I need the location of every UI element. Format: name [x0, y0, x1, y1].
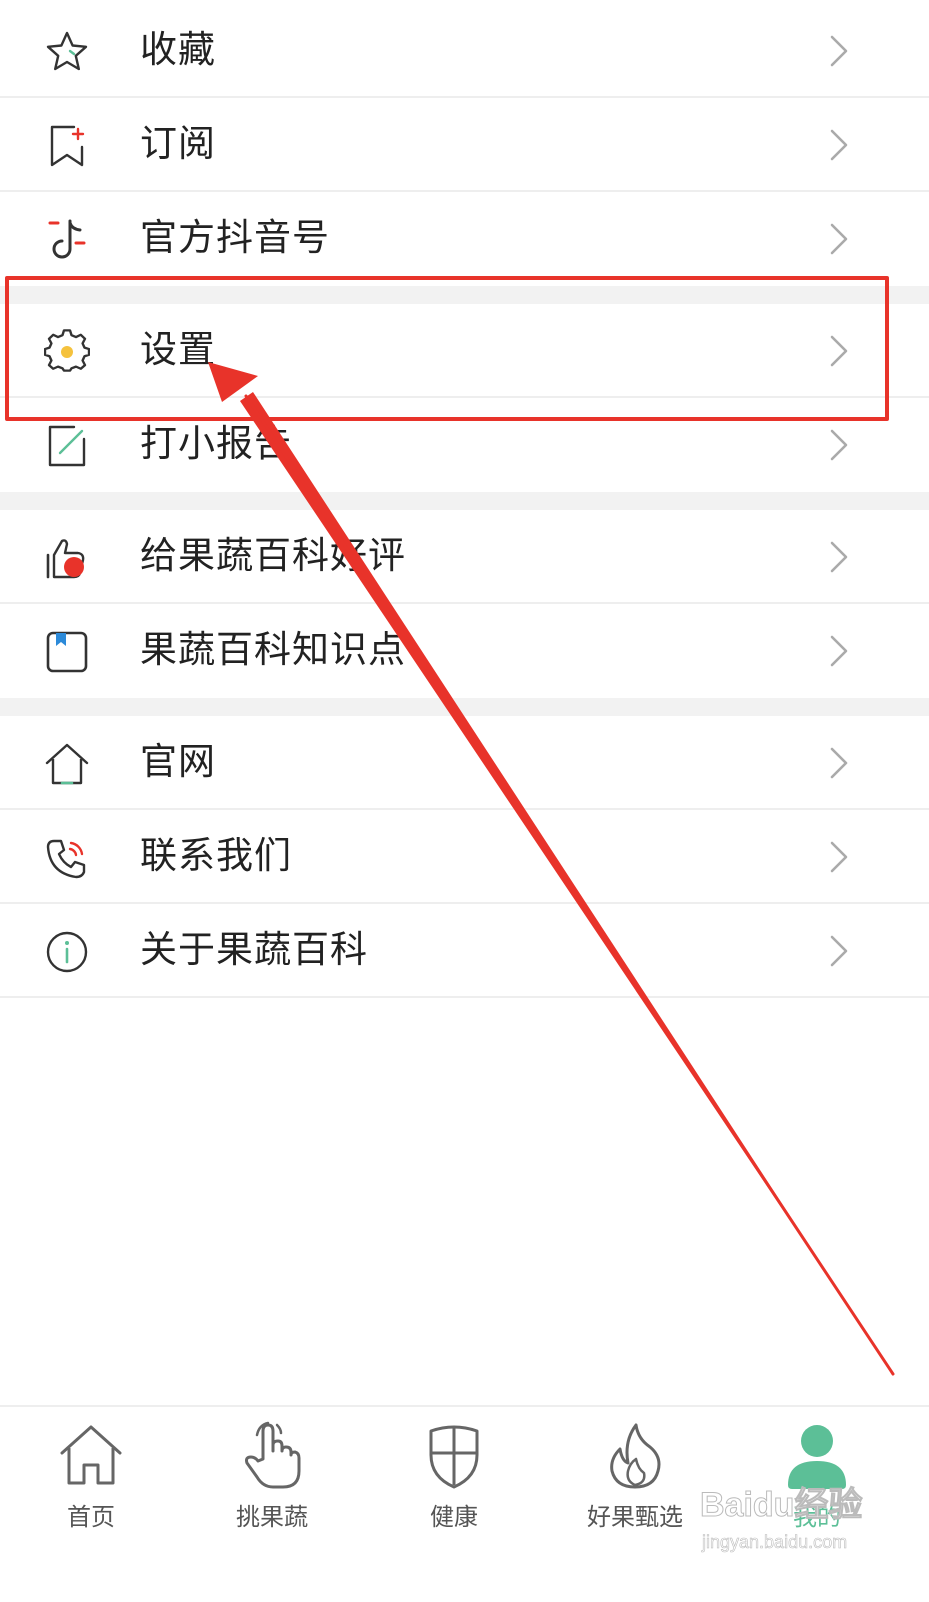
gear-icon — [44, 329, 90, 375]
menu-item-label: 官方抖音号 — [140, 216, 330, 259]
tab-label: 好果甄选 — [587, 1503, 683, 1531]
menu-item-label: 打小报告 — [140, 422, 292, 465]
chevron-right-icon — [827, 934, 851, 968]
menu-item-website[interactable]: 官网 — [0, 716, 929, 810]
user-icon — [782, 1421, 852, 1491]
menu-item-report[interactable]: 打小报告 — [0, 398, 929, 492]
menu-item-label: 订阅 — [140, 122, 216, 165]
subscribe-bookmark-icon — [44, 123, 90, 169]
tab-label: 我的 — [793, 1503, 841, 1531]
menu-item-rate[interactable]: 给果蔬百科好评 — [0, 510, 929, 604]
chevron-right-icon — [827, 634, 851, 668]
menu-item-label: 收藏 — [140, 28, 216, 71]
douyin-icon — [44, 217, 90, 263]
chevron-right-icon — [827, 540, 851, 574]
menu-item-label: 关于果蔬百科 — [140, 928, 368, 971]
tab-label: 首页 — [67, 1503, 115, 1531]
thumbs-up-icon — [44, 535, 90, 581]
home-outline-icon — [44, 741, 90, 787]
menu-item-about[interactable]: 关于果蔬百科 — [0, 904, 929, 998]
menu-item-favorites[interactable]: 收藏 — [0, 4, 929, 98]
chevron-right-icon — [827, 222, 851, 256]
star-icon — [44, 29, 90, 75]
tab-label: 挑果蔬 — [236, 1503, 308, 1531]
menu-item-label: 果蔬百科知识点 — [140, 628, 406, 671]
report-edit-icon — [44, 423, 90, 469]
section-divider — [0, 698, 929, 716]
section-divider — [0, 492, 929, 510]
menu-item-douyin[interactable]: 官方抖音号 — [0, 192, 929, 286]
tab-mine[interactable]: 我的 — [742, 1417, 892, 1587]
menu-item-label: 设置 — [140, 328, 216, 371]
bottom-tab-bar: 首页 挑果蔬 健康 好果甄选 我的 — [0, 1405, 929, 1602]
knowledge-book-icon — [44, 629, 90, 675]
tab-health[interactable]: 健康 — [379, 1417, 529, 1587]
chevron-right-icon — [827, 34, 851, 68]
home-icon — [56, 1421, 126, 1491]
chevron-right-icon — [827, 334, 851, 368]
hand-pointer-icon — [237, 1421, 307, 1491]
menu-item-label: 给果蔬百科好评 — [140, 534, 406, 577]
chevron-right-icon — [827, 840, 851, 874]
flame-icon — [600, 1421, 670, 1491]
tab-selected-fruits[interactable]: 好果甄选 — [560, 1417, 710, 1587]
menu-item-knowledge[interactable]: 果蔬百科知识点 — [0, 604, 929, 698]
info-icon — [44, 929, 90, 975]
chevron-right-icon — [827, 746, 851, 780]
menu-item-contact[interactable]: 联系我们 — [0, 810, 929, 904]
phone-icon — [44, 835, 90, 881]
menu-item-label: 官网 — [140, 740, 216, 783]
menu-item-subscribe[interactable]: 订阅 — [0, 98, 929, 192]
chevron-right-icon — [827, 428, 851, 462]
tab-label: 健康 — [430, 1503, 478, 1531]
menu-item-label: 联系我们 — [140, 834, 292, 877]
section-divider — [0, 286, 929, 304]
tab-home[interactable]: 首页 — [16, 1417, 166, 1587]
menu-item-settings[interactable]: 设置 — [0, 304, 929, 398]
tab-pick-produce[interactable]: 挑果蔬 — [197, 1417, 347, 1587]
chevron-right-icon — [827, 128, 851, 162]
shield-icon — [419, 1421, 489, 1491]
